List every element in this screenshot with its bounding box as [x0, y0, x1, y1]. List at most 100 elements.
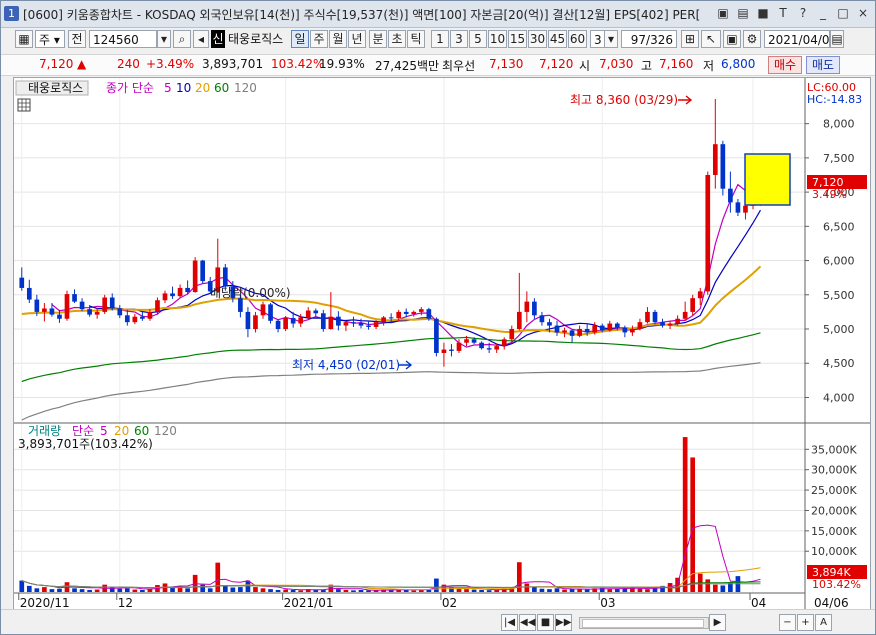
interval-10[interactable]: 10 [488, 30, 507, 48]
ma-line-10 [89, 209, 762, 347]
volume-tick-label: 15,000K [811, 525, 857, 538]
highlight-box[interactable] [744, 153, 791, 206]
price-tick-label: 6,500 [823, 220, 855, 233]
current-price: 7,120 [39, 57, 74, 71]
zoom-in-button[interactable]: + [797, 614, 814, 631]
chart-menu-icon[interactable]: ▦ [15, 30, 33, 48]
candle-body [599, 325, 605, 331]
interval-1[interactable]: 1 [431, 30, 449, 48]
time-tick-label: 03 [600, 596, 615, 610]
interval-3[interactable]: 3 [450, 30, 468, 48]
volume-bar [132, 589, 138, 592]
chart-window: 1 [0600] 키움종합차트 - KOSDAQ 외국인보유[14(천)] 주식… [0, 0, 876, 635]
tab-day[interactable]: 일 [291, 30, 309, 48]
volume-bar [94, 589, 100, 592]
text-icon[interactable]: T [775, 5, 791, 21]
candle-body [411, 311, 417, 314]
buy-button[interactable]: 매수 [768, 56, 802, 74]
help-icon[interactable]: ? [795, 5, 811, 21]
scrollbar-thumb[interactable] [582, 619, 704, 628]
candle-body [336, 316, 341, 326]
candle-body [667, 323, 673, 326]
close-button[interactable]: × [855, 5, 871, 21]
price-volume-chart[interactable]: 태웅로직스 종가 단순 5 10 20 60 120 LC:60.00 HC:-… [14, 78, 870, 611]
candle-body [343, 322, 349, 326]
range-display[interactable]: 97/326 [621, 30, 677, 48]
volume-bar [464, 589, 469, 592]
volume-tick-label: 20,000K [811, 504, 857, 517]
candle-body [185, 287, 190, 293]
candle-body [102, 297, 108, 312]
save-icon[interactable]: ▣ [723, 30, 741, 48]
interval-dropdown-icon[interactable]: ▾ [604, 30, 618, 48]
table-icon[interactable] [17, 98, 31, 112]
settings-icon[interactable]: ⚙ [743, 30, 761, 48]
all-button[interactable]: 전 [68, 30, 86, 48]
candle-body [373, 322, 379, 327]
interval-15[interactable]: 15 [508, 30, 527, 48]
maximize-button[interactable]: □ [835, 5, 851, 21]
candle-body [547, 322, 552, 326]
sound-icon[interactable]: ◂ [193, 30, 209, 48]
minimize-button[interactable]: _ [815, 5, 831, 21]
grid-icon[interactable]: ⊞ [681, 30, 699, 48]
chart-area[interactable]: 태웅로직스 종가 단순 5 10 20 60 120 LC:60.00 HC:-… [13, 77, 871, 612]
auto-scale-button[interactable]: A [815, 614, 832, 631]
candle-body [192, 260, 198, 293]
volume-bar [690, 457, 696, 592]
tab-minute[interactable]: 분 [369, 30, 387, 48]
interval-5[interactable]: 5 [469, 30, 487, 48]
play-button[interactable]: ▶ [709, 614, 726, 631]
interval-60[interactable]: 60 [568, 30, 587, 48]
search-icon[interactable]: ⌕ [173, 30, 191, 48]
stop-icon[interactable]: ■ [755, 5, 771, 21]
stock-code-input[interactable]: 124560 [89, 30, 157, 48]
interval-45[interactable]: 45 [548, 30, 567, 48]
price-change: 240 [117, 57, 140, 71]
candle-body [117, 308, 123, 316]
volume-bar [298, 590, 304, 592]
low-annotation: 최저 4,450 (02/01) [292, 358, 400, 372]
candle-body [403, 311, 409, 314]
legend-ma-10: 10 [176, 81, 191, 95]
layout-icon[interactable]: ▤ [735, 5, 751, 21]
legend-stock-name: 태웅로직스 [28, 81, 83, 95]
tab-second[interactable]: 초 [388, 30, 406, 48]
first-button[interactable]: |◀ [501, 614, 518, 631]
candle-body [381, 317, 386, 323]
candle-body [569, 330, 575, 336]
date-tag: 04/06 [814, 596, 849, 610]
draw-icon[interactable]: ↖ [701, 30, 721, 48]
volume-bar [720, 585, 726, 592]
tab-year[interactable]: 년 [348, 30, 366, 48]
forward-button[interactable]: ▶▶ [555, 614, 572, 631]
code-dropdown-icon[interactable]: ▾ [157, 30, 171, 48]
volume-bar [79, 589, 85, 592]
link-icon[interactable]: ▣ [715, 5, 731, 21]
legend-ma-20: 20 [195, 81, 210, 95]
time-tick-label: 2020/11 [20, 596, 70, 610]
high-label: 고 [641, 59, 653, 73]
tab-month[interactable]: 월 [329, 30, 347, 48]
stop-button[interactable]: ■ [537, 614, 554, 631]
tab-tick[interactable]: 틱 [407, 30, 425, 48]
zoom-out-button[interactable]: − [779, 614, 796, 631]
date-input[interactable]: 2021/04/06 [764, 30, 837, 48]
price-tick-label: 8,000 [823, 118, 855, 131]
period-select[interactable]: 주 ▾ [35, 30, 65, 48]
volume-legend-indicator: 단순 [72, 424, 94, 438]
candle-body [253, 315, 258, 330]
candle-body [434, 318, 439, 353]
volume-bar [645, 589, 650, 592]
candle-body [313, 310, 319, 314]
interval-30[interactable]: 30 [528, 30, 547, 48]
tab-week[interactable]: 주 [310, 30, 328, 48]
sell-button[interactable]: 매도 [806, 56, 840, 74]
price-bar: 7,120 ▲ 240 +3.49% 3,893,701 103.42% 19.… [1, 54, 875, 76]
time-scrollbar[interactable] [579, 617, 709, 629]
rewind-button[interactable]: ◀◀ [519, 614, 536, 631]
calendar-icon[interactable]: ▤ [830, 30, 844, 48]
volume-bar [34, 588, 40, 592]
candle-body [456, 342, 462, 351]
volume-ma-line-5 [21, 524, 761, 591]
